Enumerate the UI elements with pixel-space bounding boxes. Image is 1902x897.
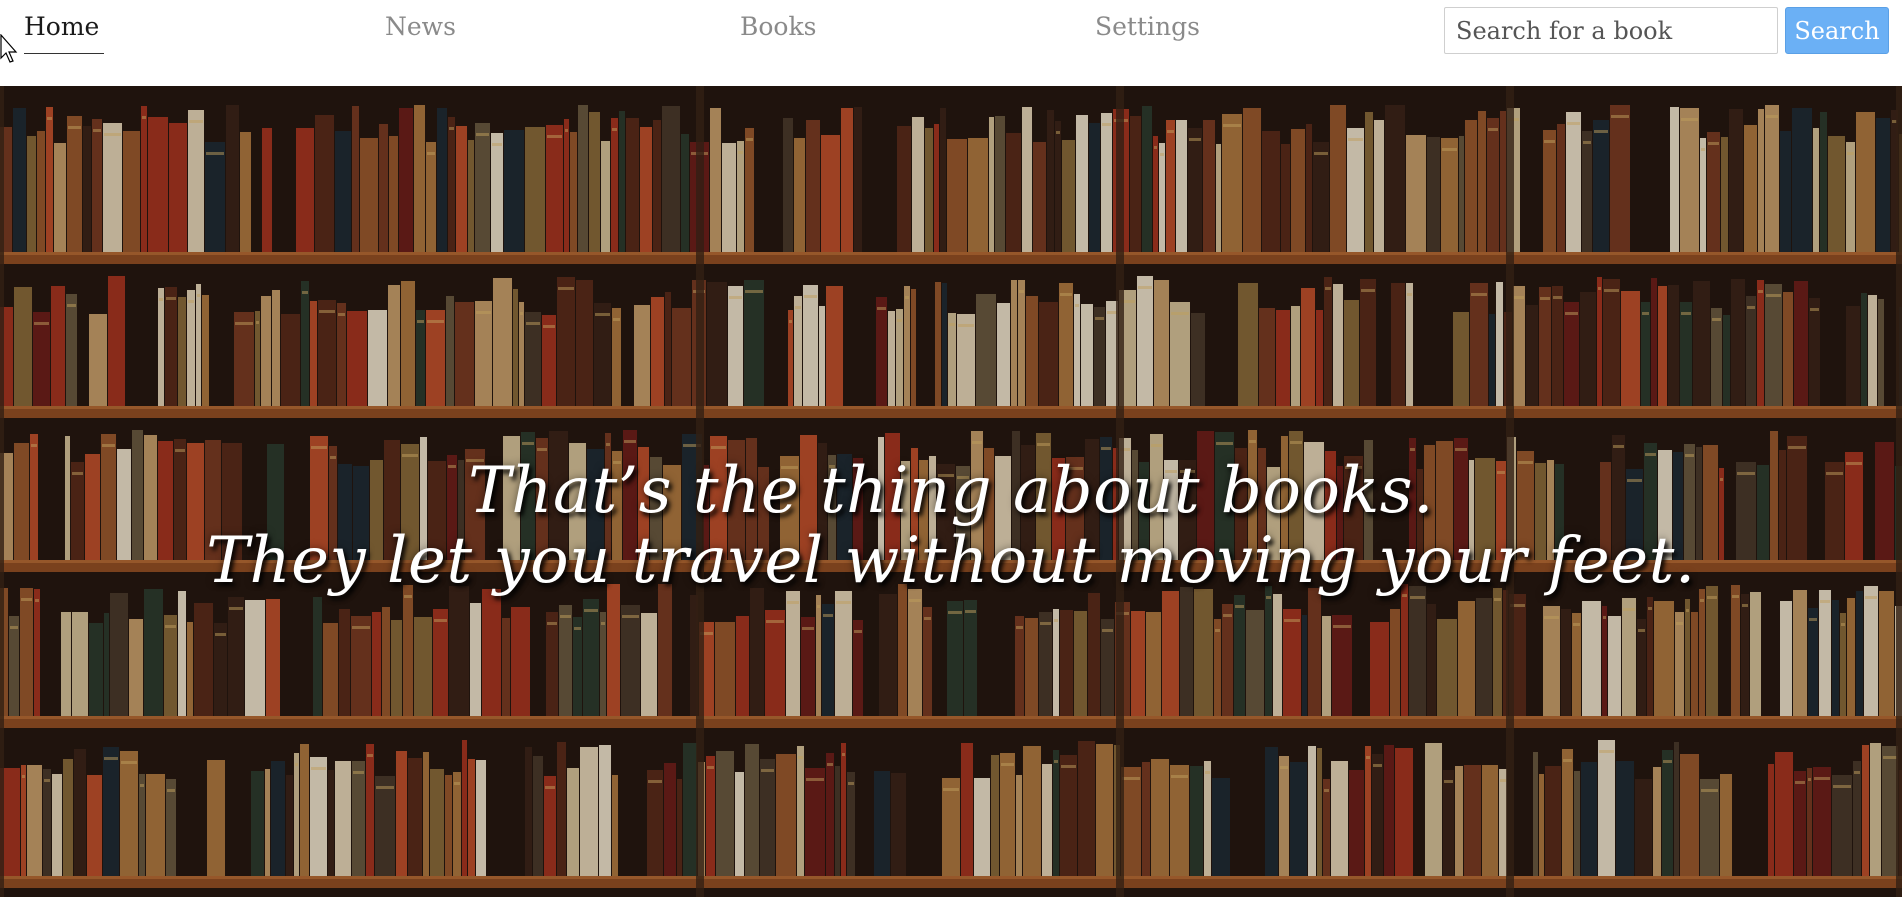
search-input[interactable] (1444, 7, 1778, 54)
nav-books[interactable]: Books (740, 12, 816, 41)
quote-line-2: They let you travel without moving your … (206, 524, 1696, 598)
mouse-cursor-icon (0, 34, 18, 63)
nav-settings[interactable]: Settings (1095, 12, 1200, 41)
nav-home-label: Home (24, 12, 100, 41)
hero-bookshelf-banner: That’s the thing about books. They let y… (0, 86, 1902, 897)
search-button[interactable]: Search (1785, 7, 1889, 54)
nav-home[interactable]: Home (24, 12, 104, 54)
nav-news[interactable]: News (385, 12, 456, 41)
hero-quote: That’s the thing about books. They let y… (0, 456, 1902, 596)
top-navbar: Home News Books Settings Search (0, 0, 1902, 86)
quote-line-1: That’s the thing about books. (468, 454, 1434, 528)
